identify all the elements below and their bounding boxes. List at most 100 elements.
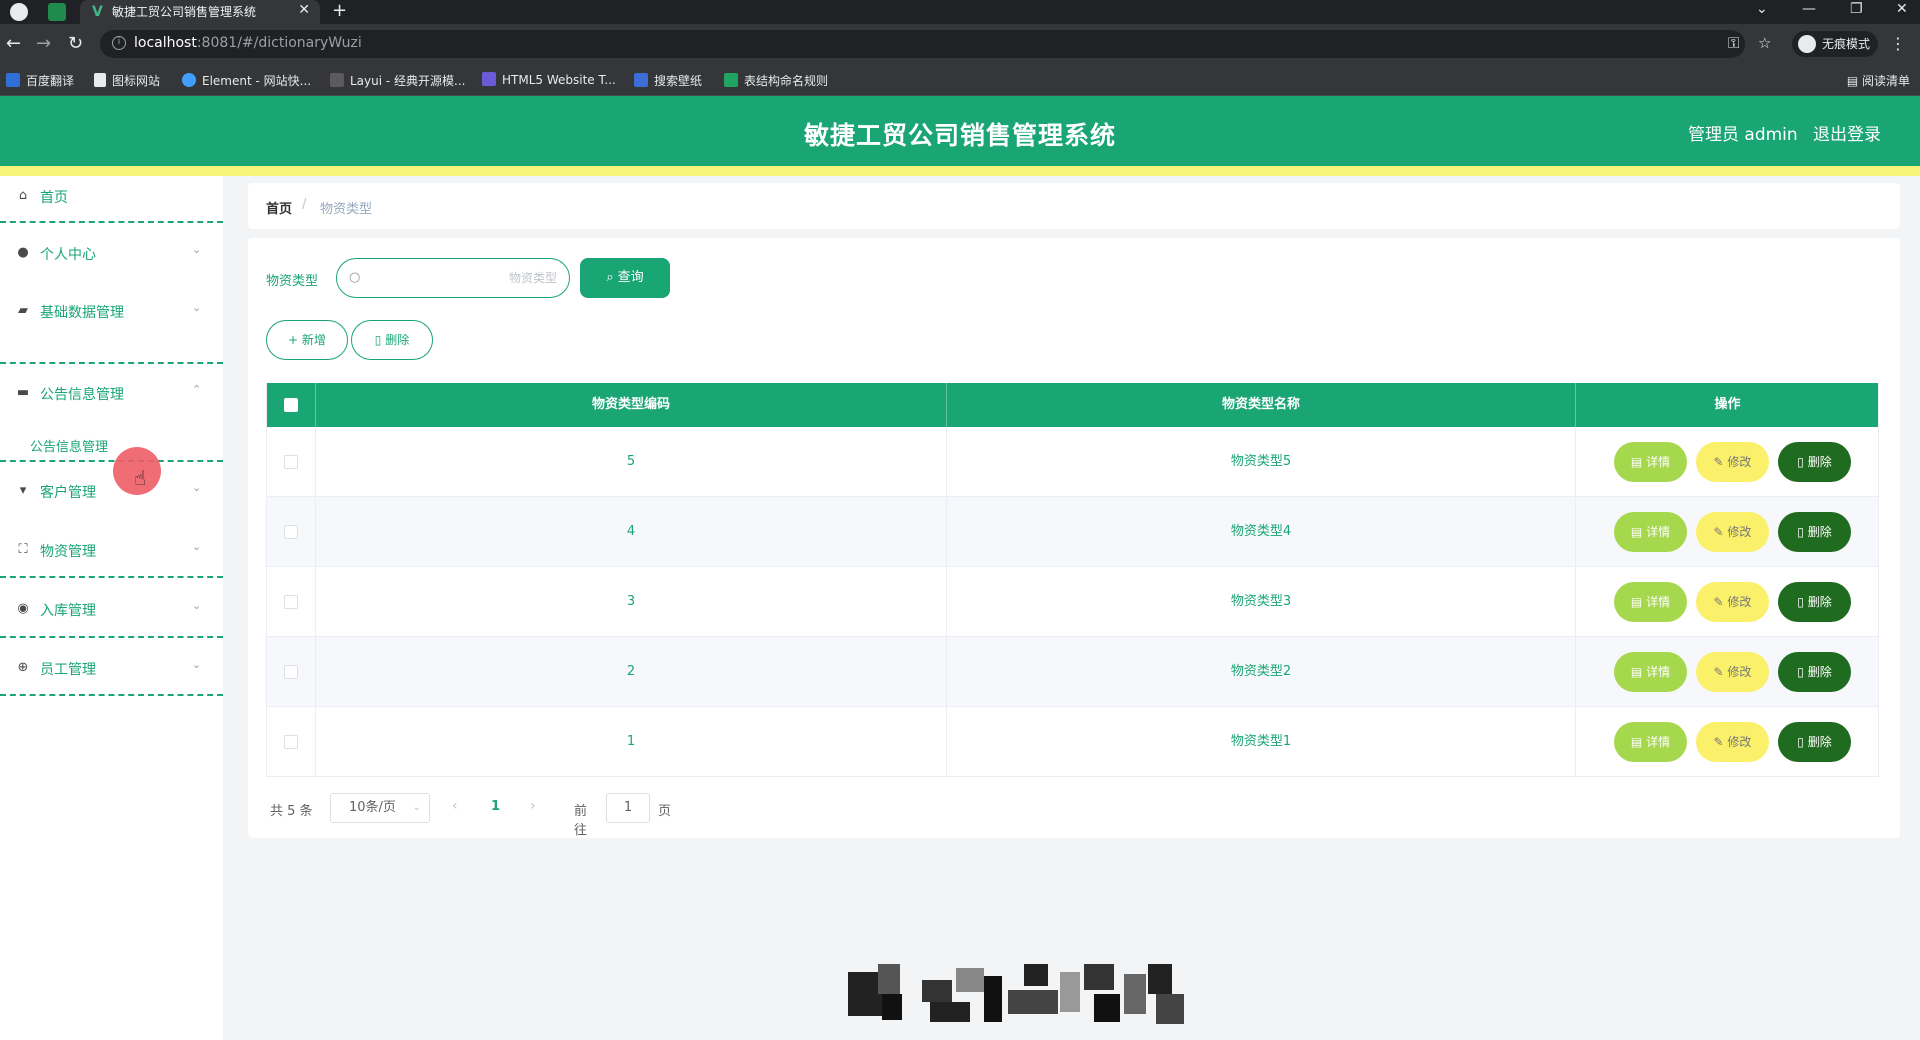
site-info-icon[interactable]: i — [112, 36, 126, 50]
sidebar-item-notice[interactable]: ▬ 公告信息管理 ⌃ — [0, 373, 223, 413]
hand-cursor-icon: ☝ — [134, 466, 147, 490]
sidebar-item-label: 公告信息管理 — [40, 387, 124, 403]
detail-button[interactable]: ▤ 详情 — [1614, 652, 1687, 692]
pinned-tab-icon[interactable] — [48, 3, 66, 21]
page-number[interactable]: 1 — [491, 799, 500, 814]
search-icon: ⌕ — [606, 270, 614, 285]
key-icon[interactable]: ⚿ — [1728, 34, 1739, 52]
code-cell: 4 — [316, 497, 947, 567]
query-button[interactable]: ⌕ 查询 — [580, 258, 670, 298]
logout-button[interactable]: 退出登录 — [1813, 120, 1881, 145]
restore-icon[interactable]: ❐ — [1850, 1, 1863, 17]
bookmark-item[interactable]: 表结构命名规则 — [724, 72, 828, 89]
edit-button[interactable]: ✎ 修改 — [1696, 582, 1769, 622]
table-row: 1 物资类型1 ▤ 详情 ✎ 修改 ▯ 删除 — [266, 707, 1879, 777]
chevron-down-icon: ⌄ — [192, 540, 202, 553]
search-input[interactable] — [371, 267, 557, 289]
delete-label: 删除 — [1807, 595, 1832, 609]
bookmark-star-icon[interactable]: ☆ — [1758, 34, 1771, 52]
table-row: 4 物资类型4 ▤ 详情 ✎ 修改 ▯ 删除 — [266, 497, 1879, 567]
delete-button[interactable]: ▯ 删除 — [1778, 722, 1851, 762]
tab-close-icon[interactable]: ✕ — [298, 2, 310, 18]
detail-button[interactable]: ▤ 详情 — [1614, 442, 1687, 482]
column-header[interactable]: 物资类型编码 — [316, 383, 947, 427]
name-cell: 物资类型1 — [947, 707, 1576, 777]
add-button[interactable]: + 新增 — [266, 320, 348, 360]
next-page-icon[interactable]: › — [530, 798, 536, 814]
sidebar-item-label: 物资管理 — [40, 544, 96, 560]
back-icon[interactable]: ← — [6, 33, 21, 54]
sidebar-divider — [0, 221, 223, 223]
incognito-indicator[interactable]: 无痕模式 — [1792, 31, 1879, 57]
delete-button[interactable]: ▯ 删除 — [1778, 652, 1851, 692]
row-checkbox[interactable] — [284, 665, 298, 679]
edit-button[interactable]: ✎ 修改 — [1696, 652, 1769, 692]
sidebar-item-staff[interactable]: ⊕ 员工管理 ⌄ — [0, 648, 223, 688]
browser-menu-icon[interactable] — [10, 3, 28, 21]
edit-button[interactable]: ✎ 修改 — [1696, 722, 1769, 762]
bookmarks-bar: 百度翻译 图标网站 Element - 网站快... Layui - 经典开源模… — [0, 64, 1920, 96]
browser-tab[interactable]: V 敏捷工贸公司销售管理系统 ✕ — [80, 0, 320, 24]
detail-button[interactable]: ▤ 详情 — [1614, 722, 1687, 762]
column-header[interactable]: 物资类型名称 — [947, 383, 1576, 427]
name-cell: 物资类型3 — [947, 567, 1576, 637]
edit-icon: ✎ — [1713, 455, 1728, 469]
detail-button[interactable]: ▤ 详情 — [1614, 582, 1687, 622]
batch-delete-label: 删除 — [385, 333, 410, 347]
plus-icon: + — [288, 333, 302, 347]
row-checkbox[interactable] — [284, 595, 298, 609]
doc-icon: ▤ — [1630, 735, 1647, 749]
tab-search-icon[interactable]: ⌄ — [1756, 1, 1768, 17]
detail-label: 详情 — [1646, 735, 1671, 749]
goto-page-input[interactable]: 1 — [606, 793, 650, 823]
bookmark-item[interactable]: HTML5 Website T... — [482, 72, 616, 87]
minimize-icon[interactable]: — — [1802, 1, 1816, 17]
bookmark-item[interactable]: 百度翻译 — [6, 72, 74, 89]
sidebar-item-home[interactable]: ⌂ 首页 — [0, 176, 223, 216]
detail-button[interactable]: ▤ 详情 — [1614, 512, 1687, 552]
goto-label: 前往 — [574, 804, 588, 838]
sidebar-item-basic-data[interactable]: ▰ 基础数据管理 ⌄ — [0, 291, 223, 331]
row-checkbox[interactable] — [284, 735, 298, 749]
tab-title: 敏捷工贸公司销售管理系统 — [112, 5, 257, 19]
delete-button[interactable]: ▯ 删除 — [1778, 582, 1851, 622]
breadcrumb-home[interactable]: 首页 — [266, 198, 292, 217]
prev-page-icon[interactable]: ‹ — [452, 798, 458, 814]
close-window-icon[interactable]: ✕ — [1896, 1, 1908, 17]
reading-list[interactable]: ▤ 阅读清单 — [1847, 72, 1910, 89]
reload-icon[interactable]: ↻ — [68, 33, 83, 54]
batch-delete-button[interactable]: ▯ 删除 — [351, 320, 433, 360]
search-field[interactable]: ○ — [336, 258, 570, 298]
bookmark-item[interactable]: Layui - 经典开源模... — [330, 72, 465, 89]
browser-more-icon[interactable]: ⋮ — [1890, 34, 1906, 53]
forward-icon[interactable]: → — [36, 33, 51, 54]
sidebar-subitem-notice[interactable]: 公告信息管理 — [30, 436, 108, 455]
url-field[interactable]: i localhost:8081/#/dictionaryWuzi ⚿ ☆ — [100, 30, 1771, 58]
header-checkbox-cell — [266, 383, 316, 427]
page-size-select[interactable]: 10条/页 ⌄ — [330, 793, 430, 823]
edit-button[interactable]: ✎ 修改 — [1696, 442, 1769, 482]
row-checkbox[interactable] — [284, 525, 298, 539]
code-cell: 3 — [316, 567, 947, 637]
reading-list-icon: ▤ — [1846, 74, 1862, 88]
sidebar-item-customer[interactable]: ▾ 客户管理 ⌄ — [0, 471, 223, 511]
trash-icon: ▯ — [374, 333, 386, 347]
sidebar-item-material[interactable]: ⛶ 物资管理 ⌄ — [0, 530, 223, 570]
delete-label: 删除 — [1807, 455, 1832, 469]
page-size-value: 10条/页 — [349, 800, 396, 815]
bookmark-item[interactable]: Element - 网站快... — [182, 72, 311, 89]
new-tab-icon[interactable]: + — [332, 0, 347, 21]
delete-button[interactable]: ▯ 删除 — [1778, 442, 1851, 482]
sidebar-item-inbound[interactable]: ◉ 入库管理 ⌄ — [0, 589, 223, 629]
column-header: 操作 — [1714, 397, 1741, 412]
sidebar-item-personal[interactable]: ● 个人中心 ⌄ — [0, 233, 223, 273]
delete-button[interactable]: ▯ 删除 — [1778, 512, 1851, 552]
table-header: 物资类型编码 物资类型名称 操作 — [266, 383, 1879, 427]
row-checkbox[interactable] — [284, 455, 298, 469]
edit-icon: ✎ — [1713, 595, 1728, 609]
bookmark-item[interactable]: 图标网站 — [94, 72, 160, 89]
edit-button[interactable]: ✎ 修改 — [1696, 512, 1769, 552]
bookmark-item[interactable]: 搜索壁纸 — [634, 72, 702, 89]
breadcrumb-separator: / — [302, 197, 307, 212]
select-all-checkbox[interactable] — [284, 398, 298, 412]
